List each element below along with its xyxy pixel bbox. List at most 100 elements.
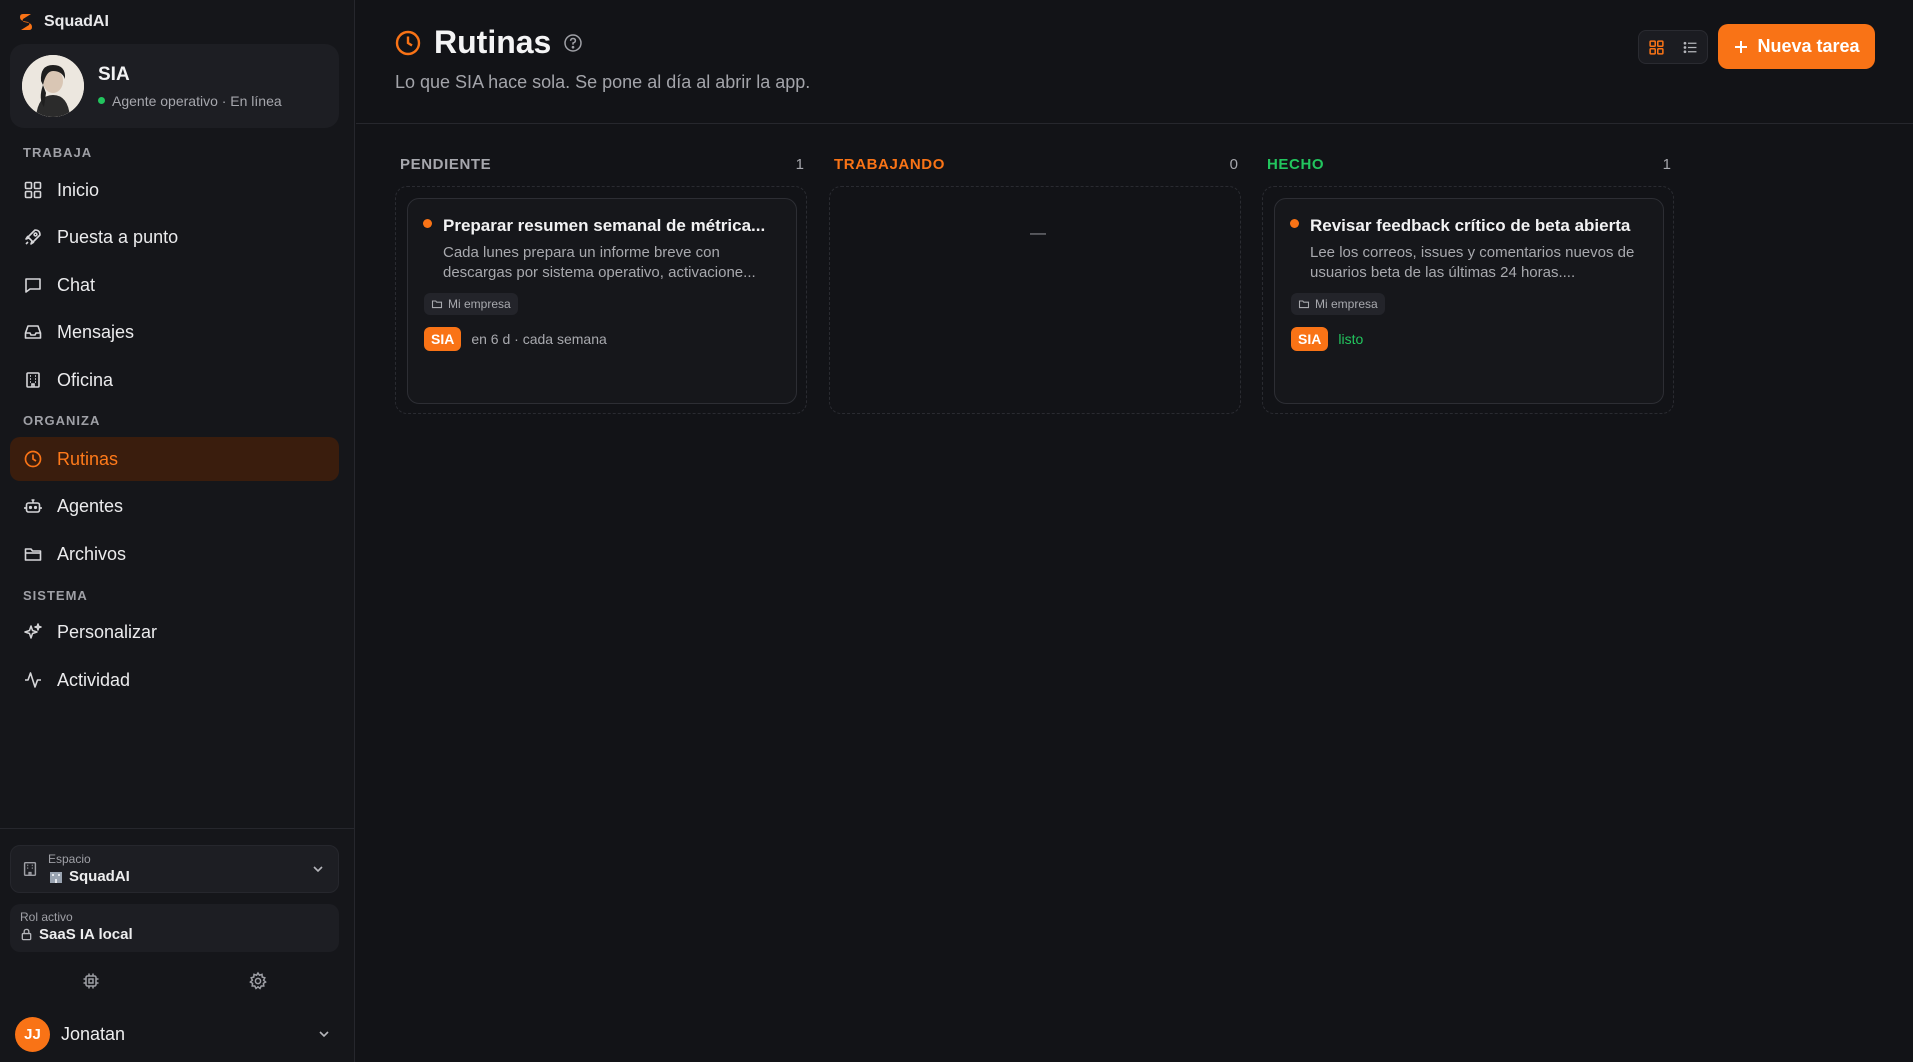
column-header-hecho: HECHO 1 [1267,156,1671,173]
workspace-name: SquadAI [69,868,130,885]
task-title: Revisar feedback crítico de beta abierta [1310,216,1631,235]
agent-badge: SIA [1291,327,1329,351]
task-card[interactable]: Preparar resumen semanal de métrica... C… [407,198,797,404]
sidebar-item-personalizar[interactable]: Personalizar [10,610,339,654]
column-count: 0 [1229,156,1238,173]
sidebar-item-agentes[interactable]: Agentes [10,484,339,528]
column-title: TRABAJANDO [834,156,945,173]
chevron-down-icon [319,1031,329,1038]
active-role[interactable]: Rol activo SaaS IA local [10,904,339,952]
task-description: Lee los correos, issues y comentarios nu… [1310,244,1635,281]
column-trabajando: — [829,186,1241,414]
sparkles-icon [24,623,42,639]
task-tag: Mi empresa [1291,293,1385,315]
office-building-icon [50,871,62,883]
sidebar-divider [0,828,355,829]
role-label: Rol activo [20,910,73,924]
agent-status: Agente operativo · En línea [98,93,282,109]
sidebar-item-puesta-a-punto[interactable]: Puesta a punto [10,215,339,259]
agent-status-text: Agente operativo · En línea [112,92,282,109]
task-description: Cada lunes prepara un informe breve con … [443,244,756,281]
sidebar-item-label: Rutinas [57,448,119,469]
grid-view-icon[interactable] [1648,39,1665,56]
gear-icon[interactable] [248,971,268,991]
column-pendiente: Preparar resumen semanal de métrica... C… [395,186,807,414]
task-footer: SIA listo [1291,327,1363,351]
page-title: Rutinas [434,24,552,60]
column-header-pendiente: PENDIENTE 1 [400,156,804,173]
page-subtitle: Lo que SIA hace sola. Se pone al día al … [395,72,811,92]
role-value: SaaS IA local [20,926,133,943]
sidebar-item-label: Inicio [57,179,100,200]
folder-icon [1298,300,1310,309]
lock-icon [21,928,32,941]
column-hecho: Revisar feedback crítico de beta abierta… [1262,186,1674,414]
squadai-logo-icon [20,14,32,30]
sidebar-item-label: Mensajes [57,321,135,342]
sidebar-item-label: Puesta a punto [57,226,179,247]
workspace-value: SquadAI [49,868,130,885]
header-divider [356,123,1913,124]
task-card[interactable]: Revisar feedback crítico de beta abierta… [1274,198,1664,404]
new-task-button[interactable]: Nueva tarea [1718,24,1875,69]
sidebar-item-archivos[interactable]: Archivos [10,532,339,576]
status-dot-icon [423,219,432,228]
user-menu[interactable]: JJ Jonatan [15,1016,340,1052]
task-footer: SIA en 6 d · cada semana [424,327,607,351]
rocket-icon [25,229,41,245]
column-count: 1 [795,156,804,173]
folder-icon [431,300,443,309]
sidebar-item-label: Archivos [57,543,127,564]
sidebar-item-label: Oficina [57,369,114,390]
agent-avatar [22,55,84,117]
main-content: Rutinas Lo que SIA hace sola. Se pone al… [356,0,1913,1062]
sidebar-item-oficina[interactable]: Oficina [10,358,339,402]
task-status: listo [1338,331,1364,347]
task-tag-label: Mi empresa [448,297,511,311]
sidebar-item-rutinas[interactable]: Rutinas [10,437,339,481]
new-task-label: Nueva tarea [1757,36,1860,56]
sidebar-item-label: Chat [57,274,96,295]
task-tag-label: Mi empresa [1315,297,1378,311]
agent-card[interactable]: SIA Agente operativo · En línea [10,44,339,128]
column-title: HECHO [1267,156,1325,173]
folder-icon [24,548,42,561]
bot-icon [24,499,42,513]
chip-icon[interactable] [81,971,101,991]
online-dot-icon [98,97,105,104]
chevron-down-icon [313,866,323,873]
sidebar-item-label: Agentes [57,495,124,516]
sidebar-item-actividad[interactable]: Actividad [10,658,339,702]
sidebar-item-label: Actividad [57,669,131,690]
brand-name: SquadAI [44,13,109,30]
user-avatar: JJ [15,1016,50,1052]
workspace-selector[interactable]: Espacio SquadAI [10,845,339,893]
task-schedule: en 6 d · cada semana [471,331,607,347]
inbox-icon [24,325,42,339]
sidebar-item-mensajes[interactable]: Mensajes [10,310,339,354]
task-tag: Mi empresa [424,293,518,315]
clock-icon [395,30,421,55]
page-header: Rutinas [394,24,583,61]
building-icon [23,861,37,877]
column-header-trabajando: TRABAJANDO 0 [834,156,1238,173]
role-name: SaaS IA local [39,926,133,943]
building-icon [26,372,40,388]
grid-icon [24,181,42,199]
section-label-sistema: SISTEMA [23,588,88,603]
status-dot-icon [1290,219,1299,228]
plus-icon [1735,40,1748,53]
brand[interactable]: SquadAI [18,12,109,32]
sidebar-item-chat[interactable]: Chat [10,263,339,307]
agent-name: SIA [98,63,130,85]
column-title: PENDIENTE [400,156,492,173]
user-name: Jonatan [61,1023,126,1044]
list-view-icon[interactable] [1682,39,1699,56]
sidebar-item-inicio[interactable]: Inicio [10,168,339,212]
help-icon[interactable] [563,33,583,53]
agent-badge: SIA [424,327,462,351]
clock-icon [24,450,42,468]
chat-icon [25,278,41,293]
activity-icon [25,672,41,688]
workspace-label: Espacio [48,852,91,866]
